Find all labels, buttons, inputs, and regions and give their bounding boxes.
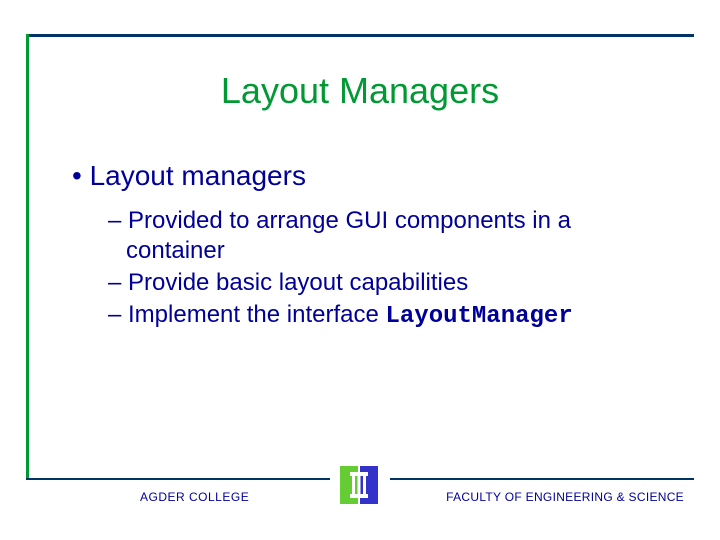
bullet-level2: – Provided to arrange GUI components in … [108, 206, 670, 266]
bullet-level2: – Implement the interface LayoutManager [108, 300, 670, 332]
college-logo-icon [336, 462, 382, 508]
footer-left: AGDER COLLEGE [140, 490, 249, 504]
bullet-level1: • Layout managers [72, 160, 670, 192]
footer-right: FACULTY OF ENGINEERING & SCIENCE [446, 490, 684, 504]
top-rule [26, 34, 694, 37]
code-text: LayoutManager [385, 303, 572, 330]
slide-title: Layout Managers [0, 70, 720, 112]
slide: Layout Managers • Layout managers – Prov… [0, 0, 720, 540]
bullet-text: – Implement the interface [108, 301, 385, 328]
slide-body: • Layout managers – Provided to arrange … [72, 160, 670, 334]
bullet-level2: – Provide basic layout capabilities [108, 268, 670, 298]
